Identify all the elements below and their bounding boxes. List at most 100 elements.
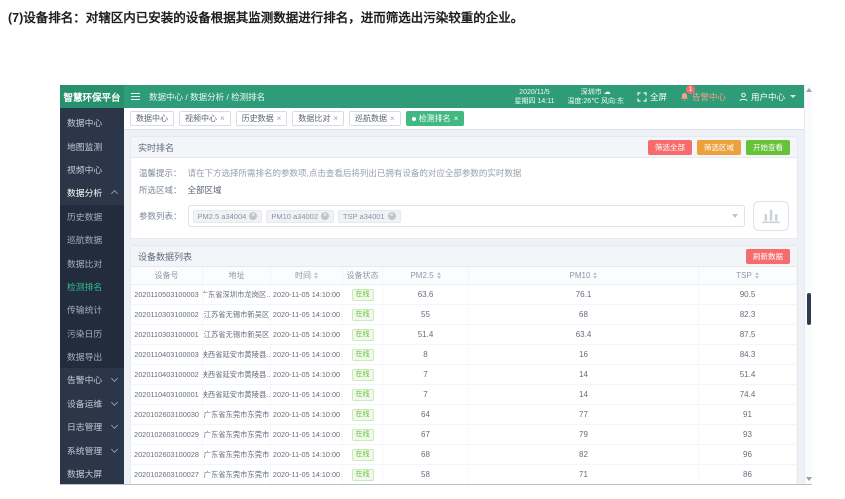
- cloud-icon: ☁: [604, 89, 611, 96]
- cell-3-6: 84.3: [699, 345, 797, 365]
- sidebar-item-3[interactable]: 数据分析: [60, 181, 124, 204]
- user-center-button[interactable]: 用户中心: [739, 91, 796, 103]
- sidebar-item-1[interactable]: 地图监测: [60, 134, 124, 157]
- tag-close-icon[interactable]: ×: [321, 212, 329, 220]
- sidebar-item-0[interactable]: 数据中心: [60, 111, 124, 134]
- scroll-up-arrow-icon[interactable]: [806, 88, 812, 92]
- panel-title-ranking: 实时排名: [138, 141, 174, 154]
- table-row-8: 2020102603100028广东省东莞市东莞市2020-11-05 14:1…: [131, 445, 797, 465]
- sidebar-item-4[interactable]: 历史数据: [60, 205, 124, 228]
- device-data-panel: 设备数据列表 刷新数据 设备号地址时间设备状态PM2.5PM10TSP 2020…: [130, 245, 798, 484]
- caption: (7)设备排名：对辖区内已安装的设备根据其监测数据进行排名，进而筛选出污染较重的…: [8, 7, 523, 26]
- sidebar-item-7[interactable]: 检测排名: [60, 275, 124, 298]
- sort-caret-icon[interactable]: [437, 272, 441, 279]
- datetime-block: 2020/11/5 星期四 14:11: [515, 88, 555, 106]
- window-scrollbar[interactable]: [804, 85, 812, 484]
- column-header-5[interactable]: PM10: [469, 267, 699, 285]
- cell-7-1: 广东省东莞市东莞市: [203, 425, 271, 445]
- main-area: 数据中心视频中心×历史数据×数据比对×巡航数据×检测排名× 实时排名 筛选全部筛…: [124, 108, 804, 484]
- refresh-data-button[interactable]: 刷新数据: [746, 249, 790, 264]
- cell-4-4: 7: [383, 365, 469, 385]
- param-tag-1: PM10 a34002×: [266, 210, 334, 223]
- sidebar-item-9[interactable]: 污染日历: [60, 322, 124, 345]
- weather-detail: 温度:26℃ 风向:东: [567, 97, 623, 106]
- cell-9-5: 71: [469, 465, 699, 484]
- sidebar-item-11[interactable]: 告警中心: [60, 368, 124, 391]
- cell-7-4: 67: [383, 425, 469, 445]
- table-row-9: 2020102603100027广东省东莞市东莞市2020-11-05 14:1…: [131, 465, 797, 484]
- column-label: 设备号: [155, 270, 179, 281]
- cell-1-2: 2020-11-05 14:10:00: [271, 305, 343, 325]
- sidebar-item-6[interactable]: 数据比对: [60, 251, 124, 274]
- cell-9-1: 广东省东莞市东莞市: [203, 465, 271, 484]
- sidebar-item-15[interactable]: 数据大屏: [60, 462, 124, 485]
- sidebar-item-2[interactable]: 视频中心: [60, 158, 124, 181]
- column-header-4[interactable]: PM2.5: [383, 267, 469, 285]
- cell-7-2: 2020-11-05 14:10:00: [271, 425, 343, 445]
- cell-8-3: 在线: [343, 445, 383, 465]
- close-icon[interactable]: ×: [277, 115, 282, 123]
- app-screenshot: 智慧环保平台 数据中心 / 数据分析 / 检测排名 2020/11/5 星期四 …: [60, 85, 812, 485]
- ranking-button-1[interactable]: 筛选区域: [697, 140, 741, 155]
- tag-close-icon[interactable]: ×: [249, 212, 257, 220]
- param-select-input[interactable]: PM2.5 a34004×PM10 a34002×TSP a34001×: [188, 205, 745, 227]
- tab-0[interactable]: 数据中心: [130, 111, 174, 126]
- scroll-down-arrow-icon[interactable]: [806, 477, 812, 481]
- ranking-button-2[interactable]: 开始查看: [746, 140, 790, 155]
- cell-1-0: 2020110303100002: [131, 305, 203, 325]
- sidebar-item-12[interactable]: 设备运维: [60, 392, 124, 415]
- sidebar-item-10[interactable]: 数据导出: [60, 345, 124, 368]
- sort-caret-icon[interactable]: [593, 272, 597, 279]
- fullscreen-button[interactable]: 全屏: [637, 91, 667, 103]
- column-header-6[interactable]: TSP: [699, 267, 797, 285]
- scrollbar-thumb[interactable]: [807, 293, 811, 325]
- cell-8-2: 2020-11-05 14:10:00: [271, 445, 343, 465]
- tab-label: 历史数据: [242, 113, 274, 124]
- close-icon[interactable]: ×: [333, 115, 338, 123]
- breadcrumb[interactable]: 数据中心 / 数据分析 / 检测排名: [149, 91, 265, 103]
- column-header-2[interactable]: 时间: [271, 267, 343, 285]
- sidebar-item-14[interactable]: 系统管理: [60, 438, 124, 461]
- tab-label: 检测排名: [419, 113, 451, 124]
- status-badge: 在线: [352, 369, 374, 381]
- panel-title-device-list: 设备数据列表: [138, 250, 192, 263]
- chart-view-button[interactable]: [753, 201, 789, 231]
- table-row-7: 2020102603100029广东省东莞市东莞市2020-11-05 14:1…: [131, 425, 797, 445]
- cell-5-0: 2020110403100001: [131, 385, 203, 405]
- sidebar-item-label: 巡航数据: [67, 233, 102, 246]
- chevron-down-icon: [111, 446, 118, 453]
- tab-3[interactable]: 数据比对×: [292, 111, 344, 126]
- date-text: 2020/11/5: [515, 88, 555, 97]
- close-icon[interactable]: ×: [390, 115, 395, 123]
- sidebar-item-5[interactable]: 巡航数据: [60, 228, 124, 251]
- tag-close-icon[interactable]: ×: [388, 212, 396, 220]
- cell-0-3: 在线: [343, 285, 383, 305]
- tab-2[interactable]: 历史数据×: [236, 111, 288, 126]
- column-label: 设备状态: [347, 270, 379, 281]
- alarm-center-button[interactable]: 1 告警中心: [680, 91, 726, 103]
- tip-label: 温馨提示：: [139, 167, 182, 179]
- ranking-button-0[interactable]: 筛选全部: [648, 140, 692, 155]
- sidebar-item-label: 系统管理: [67, 444, 102, 457]
- status-badge: 在线: [352, 389, 374, 401]
- hamburger-icon[interactable]: [131, 93, 140, 100]
- close-icon[interactable]: ×: [454, 115, 459, 123]
- cell-9-6: 86: [699, 465, 797, 484]
- sidebar-item-8[interactable]: 传输统计: [60, 298, 124, 321]
- cell-9-3: 在线: [343, 465, 383, 484]
- table-row-4: 2020110403100002陕西省延安市黄陵县...2020-11-05 1…: [131, 365, 797, 385]
- cell-7-3: 在线: [343, 425, 383, 445]
- cell-2-3: 在线: [343, 325, 383, 345]
- close-icon[interactable]: ×: [220, 115, 225, 123]
- tab-5[interactable]: 检测排名×: [406, 111, 465, 126]
- cell-2-6: 87.5: [699, 325, 797, 345]
- sort-caret-icon[interactable]: [314, 272, 318, 279]
- cell-4-1: 陕西省延安市黄陵县...: [203, 365, 271, 385]
- tab-1[interactable]: 视频中心×: [179, 111, 231, 126]
- sort-caret-icon[interactable]: [755, 272, 759, 279]
- app-window: 智慧环保平台 数据中心 / 数据分析 / 检测排名 2020/11/5 星期四 …: [60, 85, 804, 484]
- sidebar-item-13[interactable]: 日志管理: [60, 415, 124, 438]
- cell-6-3: 在线: [343, 405, 383, 425]
- tab-4[interactable]: 巡航数据×: [349, 111, 401, 126]
- sidebar-item-label: 地图监测: [67, 140, 102, 153]
